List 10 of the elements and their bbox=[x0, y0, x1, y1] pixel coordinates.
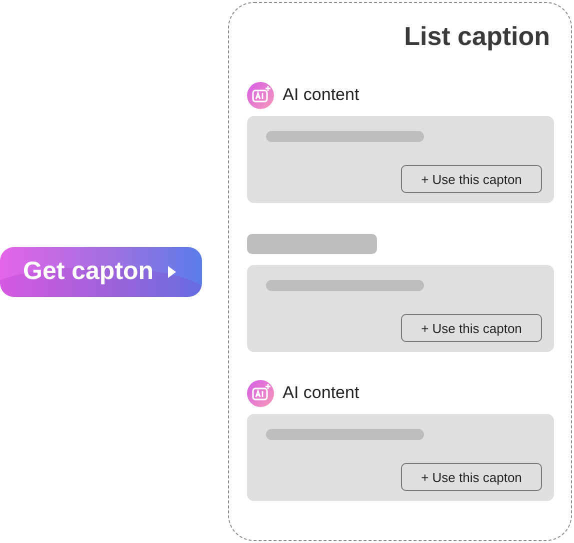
ai-icon bbox=[246, 82, 274, 108]
panel-title: List caption bbox=[404, 21, 550, 52]
use-caption-button[interactable]: + Use this capton bbox=[401, 314, 542, 342]
play-icon bbox=[168, 266, 176, 278]
get-caption-button[interactable]: Get capton bbox=[0, 246, 202, 296]
use-caption-button[interactable]: + Use this capton bbox=[401, 463, 542, 491]
use-caption-button[interactable]: + Use this capton bbox=[401, 165, 542, 193]
ai-icon bbox=[246, 380, 274, 406]
section-label: AI content bbox=[282, 85, 360, 105]
section-label: AI content bbox=[282, 383, 360, 403]
